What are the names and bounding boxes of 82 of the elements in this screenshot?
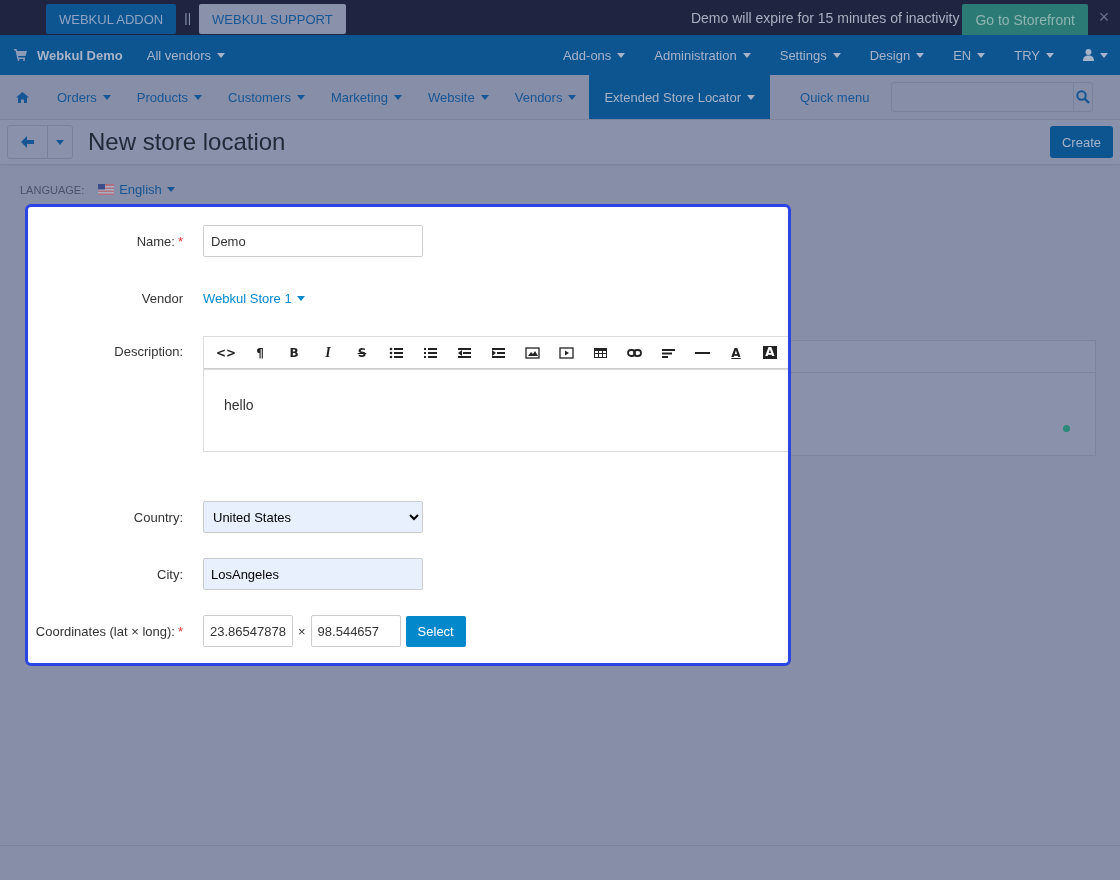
caret-icon	[102, 94, 111, 100]
toolbar-button[interactable]: B	[277, 338, 311, 367]
indent-icon	[490, 345, 506, 360]
flag-icon	[98, 184, 115, 195]
quick-menu-link[interactable]: Quick menu	[770, 75, 892, 119]
status-dot	[1063, 425, 1070, 432]
field-label: Country:	[132, 509, 183, 525]
video-icon	[558, 345, 574, 360]
header-menu[interactable]: EN	[953, 47, 986, 63]
rich-text-editor[interactable]: <> ¶ B I S A A hello	[203, 336, 788, 452]
close-button[interactable]: ×	[1088, 7, 1120, 28]
times-sign: ×	[298, 623, 306, 639]
caret-icon	[568, 94, 577, 100]
caret-icon	[217, 52, 226, 58]
nav-tab[interactable]: Orders	[44, 75, 124, 119]
font-color-button[interactable]: A	[719, 338, 753, 367]
table-icon	[592, 345, 608, 360]
caret-icon	[296, 94, 305, 100]
field-label: Vendor	[140, 291, 183, 306]
header-menu[interactable]: Settings	[779, 47, 841, 63]
topbar-tab[interactable]: WEBKUL ADDON	[46, 4, 177, 34]
country-select[interactable]: United States	[203, 501, 423, 533]
outdent-icon	[456, 345, 472, 360]
field-label: Coordinates (lat × long): *	[34, 623, 183, 639]
user-menu[interactable]	[1083, 49, 1108, 61]
language-selector[interactable]: English	[98, 182, 175, 197]
cart-icon	[14, 49, 27, 61]
user-icon	[1083, 49, 1094, 61]
caret-icon	[194, 94, 203, 100]
topbar-tab[interactable]: WEBKUL SUPPORT	[199, 4, 346, 34]
text-field[interactable]: LosAngeles	[203, 558, 423, 590]
toolbar-button[interactable]: <>	[209, 338, 243, 367]
nav-tab[interactable]: Products	[123, 75, 216, 119]
caret-icon	[56, 139, 64, 145]
search-field[interactable]	[891, 82, 1094, 112]
nav-tab[interactable]: Vendors	[501, 75, 590, 119]
caret-icon	[916, 52, 925, 58]
nav-tab[interactable]: Website	[415, 75, 502, 119]
nav-tab[interactable]: Customers	[215, 75, 318, 119]
storefront-button[interactable]: Go to Storefront	[962, 4, 1088, 35]
create-button[interactable]: Create	[1049, 126, 1113, 158]
horizontal-rule-icon	[694, 351, 710, 354]
image-icon	[524, 345, 540, 360]
caret-icon	[480, 94, 489, 100]
header-menu[interactable]: Add-ons	[562, 47, 626, 63]
bullet-list-icon	[388, 345, 404, 360]
caret-icon	[166, 187, 175, 192]
field-label: City:	[156, 566, 183, 582]
select-button[interactable]: Select	[405, 615, 466, 647]
header-menu[interactable]: Design	[869, 47, 925, 63]
nav-tab[interactable]: Extended Store Locator	[589, 75, 770, 119]
caret-icon	[742, 52, 751, 58]
store-name[interactable]: Webkul Demo	[37, 47, 123, 63]
page-title: New store location	[88, 128, 286, 156]
numbered-list-icon	[422, 345, 438, 360]
vendor-menu[interactable]: All vendors	[146, 47, 226, 63]
caret-icon	[296, 296, 305, 301]
field-label: Name: *	[135, 233, 183, 249]
longitude-field[interactable]: 98.544657	[310, 615, 401, 647]
caret-icon	[1046, 52, 1054, 58]
editor-text: hello	[223, 396, 255, 415]
caret-icon	[394, 94, 402, 100]
latitude-field[interactable]: 23.86547878	[203, 615, 293, 647]
strikethrough-button[interactable]: S	[345, 338, 379, 367]
caret-icon	[832, 52, 841, 58]
vendor-link[interactable]: Webkul Store 1	[203, 291, 788, 306]
text-field[interactable]: Demo	[203, 225, 423, 257]
arrow-left-icon	[21, 136, 34, 148]
highlight-button[interactable]: A	[753, 338, 787, 367]
italic-button[interactable]: I	[311, 338, 345, 367]
nav-tab[interactable]: Marketing	[317, 75, 415, 119]
caret-icon	[1100, 52, 1108, 58]
caret-icon	[977, 52, 986, 58]
header-menu[interactable]: Administration	[654, 47, 751, 63]
caret-icon	[747, 94, 755, 100]
field-label: Description:	[113, 343, 183, 359]
caret-icon	[617, 52, 626, 58]
header-menu[interactable]: TRY	[1014, 47, 1054, 63]
toolbar-button[interactable]: ¶	[243, 338, 277, 367]
language-label: LANGUAGE:	[20, 183, 85, 196]
separator-text: ||	[184, 10, 192, 25]
demo-notice: Demo will expire for 15 minutes of inactivity	[690, 9, 960, 26]
